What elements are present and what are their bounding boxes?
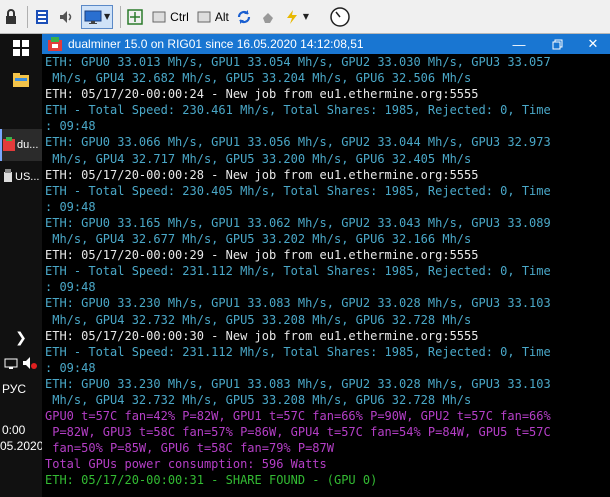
console-line-newjob: ETH: 05/17/20-00:00:29 - New job from eu… [45,248,479,263]
minimize-icon[interactable]: — [504,34,534,54]
console-line-gpu_stats: GPU0 t=57C fan=42% P=82W, GPU1 t=57C fan… [45,409,551,424]
console-line-total: : 09:48 [45,280,96,295]
key-icon [195,8,213,26]
speaker-muted-icon [22,355,38,374]
taskbar-app-label: du... [17,139,39,151]
console-line-hash: ETH: GPU0 33.165 Mh/s, GPU1 33.062 Mh/s,… [45,215,551,230]
console-line-hash: Mh/s, GPU4 32.682 Mh/s, GPU5 33.204 Mh/s… [45,71,472,86]
console-line-total: ETH - Total Speed: 230.461 Mh/s, Total S… [45,103,551,118]
clock-icon[interactable] [329,5,351,29]
chevron-right-icon: ❯ [15,330,27,346]
console-line-total: ETH - Total Speed: 231.112 Mh/s, Total S… [45,344,551,359]
console-line-hash: ETH: GPU0 33.013 Mh/s, GPU1 33.054 Mh/s,… [45,55,551,69]
taskbar-app-dualminer[interactable]: du... [0,134,42,156]
start-button[interactable] [0,38,42,62]
speaker-icon[interactable] [57,5,75,29]
clock-date[interactable]: 05.2020 [0,439,43,453]
refresh-icon[interactable] [235,5,253,29]
close-icon[interactable]: ✕ [578,34,608,54]
expand-tray-button[interactable]: ❯ [0,328,42,348]
console-line-total: : 09:48 [45,199,96,214]
console-line-gpu_stats: P=82W, GPU3 t=58C fan=57% P=86W, GPU4 t=… [45,425,551,440]
console-line-total: ETH - Total Speed: 231.112 Mh/s, Total S… [45,264,551,279]
console-line-hash: ETH: GPU0 33.230 Mh/s, GPU1 33.083 Mh/s,… [45,376,551,391]
console-line-share: ETH: 05/17/20-00:00:31 - SHARE FOUND - (… [45,473,378,488]
alt-key-button[interactable]: Alt [195,5,229,29]
console-line-power: Total GPUs power consumption: 596 Watts [45,457,327,472]
windows-logo-icon [13,40,29,60]
console-line-hash: ETH: GPU0 33.066 Mh/s, GPU1 33.056 Mh/s,… [45,135,551,150]
console-line-total: : 09:48 [45,360,96,375]
folder-icon [12,72,30,92]
usb-icon [3,168,13,187]
lightning-button[interactable]: ▼ [283,5,309,29]
windows-taskbar: du... US... ❯ РУС 0:00 05.2020 [0,34,43,497]
console-line-hash: Mh/s, GPU4 32.732 Mh/s, GPU5 33.208 Mh/s… [45,312,472,327]
restore-icon[interactable] [542,34,572,54]
chevron-down-icon: ▼ [302,12,309,21]
console-line-total: : 09:48 [45,119,96,134]
language-indicator[interactable]: РУС [2,382,26,396]
alt-label: Alt [214,9,229,24]
display-mode-button[interactable]: ▼ [81,4,114,29]
console-line-newjob: ETH: 05/17/20-00:00:28 - New job from eu… [45,167,479,182]
toolbar-separator [27,5,28,28]
remote-toolbar: ▼ Ctrl Alt ▼ [0,0,610,34]
app-icon [3,136,15,155]
lock-icon[interactable] [2,5,20,29]
file-explorer-button[interactable] [0,68,42,96]
console-line-gpu_stats: fan=50% P=85W, GPU6 t=58C fan=79% P=87W [45,441,334,456]
ctrl-key-button[interactable]: Ctrl [150,5,189,29]
chevron-down-icon: ▼ [104,12,111,21]
console-line-newjob: ETH: 05/17/20-00:00:30 - New job from eu… [45,328,479,343]
lightning-icon [283,8,301,26]
console-line-total: ETH - Total Speed: 230.405 Mh/s, Total S… [45,183,551,198]
key-icon [150,8,168,26]
taskbar-app-usb[interactable]: US... [0,166,42,188]
console-line-hash: Mh/s, GPU4 32.732 Mh/s, GPU5 33.208 Mh/s… [45,392,472,407]
tray-icons[interactable] [0,354,42,374]
clipboard-icon[interactable] [33,5,51,29]
clock-time[interactable]: 0:00 [2,423,25,437]
ctrl-label: Ctrl [170,9,189,24]
taskbar-app-label: US... [15,171,40,183]
console-line-hash: Mh/s, GPU4 32.677 Mh/s, GPU5 33.202 Mh/s… [45,232,472,247]
console-output[interactable]: ETH: GPU0 33.013 Mh/s, GPU1 33.054 Mh/s,… [42,54,610,497]
console-line-hash: ETH: GPU0 33.230 Mh/s, GPU1 33.083 Mh/s,… [45,296,551,311]
monitor-tray-icon [4,355,18,374]
hand-icon[interactable] [259,5,277,29]
fullscreen-icon[interactable] [126,5,144,29]
console-line-hash: Mh/s, GPU4 32.717 Mh/s, GPU5 33.200 Mh/s… [45,151,472,166]
window-title-bar[interactable]: dualminer 15.0 on RIG01 since 16.05.2020… [42,34,610,54]
toolbar-separator [120,5,122,28]
window-title: dualminer 15.0 on RIG01 since 16.05.2020… [68,37,364,51]
app-icon [48,37,62,51]
monitor-icon [84,8,102,26]
console-line-newjob: ETH: 05/17/20-00:00:24 - New job from eu… [45,87,479,102]
